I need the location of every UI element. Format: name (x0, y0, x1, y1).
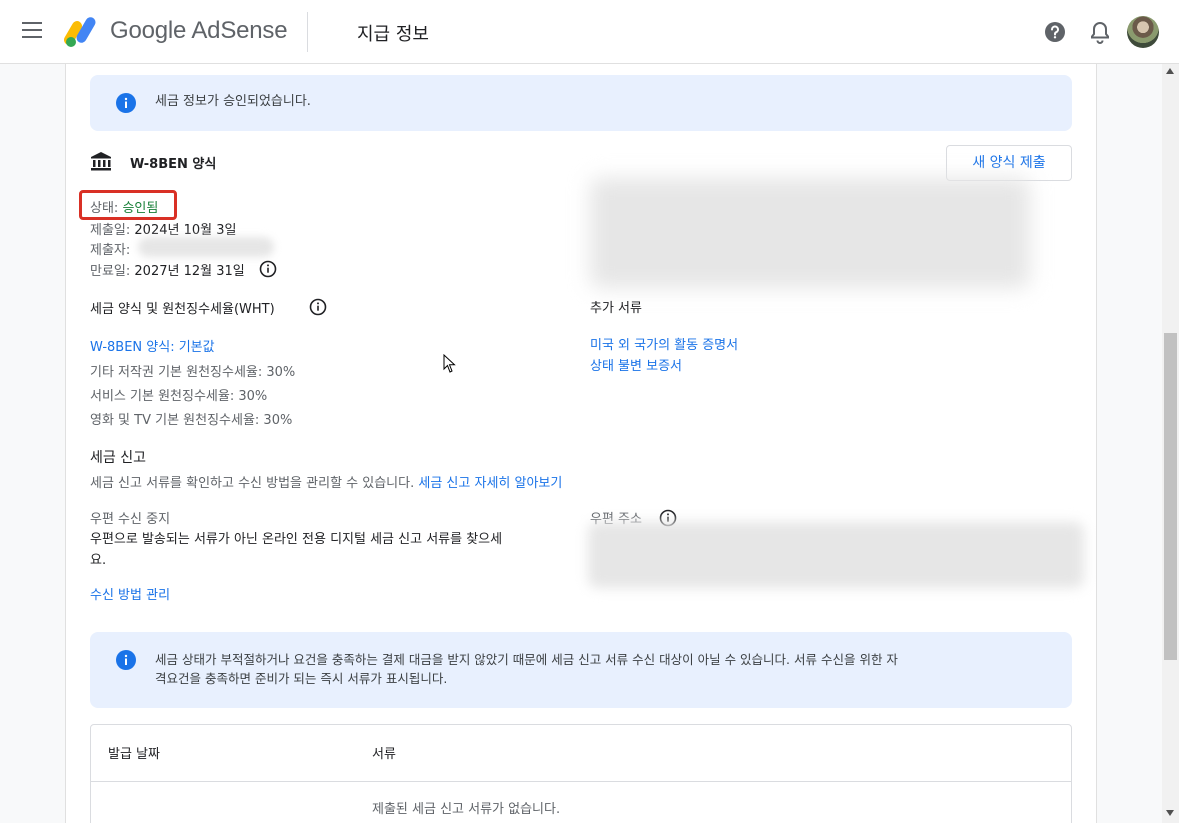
table-header-divider (91, 781, 1071, 782)
scroll-down-arrow-icon[interactable] (1166, 810, 1174, 816)
brand-product: AdSense (191, 17, 288, 44)
account-avatar[interactable] (1127, 16, 1159, 48)
info-icon (116, 93, 136, 113)
brand-name[interactable]: Google AdSense (110, 17, 288, 45)
info-icon (116, 650, 136, 670)
top-app-bar: Google AdSense 지급 정보 (0, 0, 1179, 64)
status-row: 상태: 승인됨 (90, 197, 158, 216)
eligibility-notice-line2: 격요건을 충족하면 준비가 되는 즉시 서류가 표시됩니다. (155, 671, 448, 686)
status-badge: 승인됨 (122, 201, 159, 216)
redacted-mail-address (588, 522, 1084, 588)
submitted-date-row: 제출일: 2024년 10월 3일 (90, 219, 236, 238)
column-header-issue-date: 발급 날짜 (108, 747, 160, 762)
tax-filing-description: 세금 신고 서류를 확인하고 수신 방법을 관리할 수 있습니다. (90, 476, 415, 491)
submitter-label: 제출자: (90, 243, 131, 258)
adsense-logo-icon (64, 17, 96, 47)
mail-stop-text-line1: 우편으로 발송되는 서류가 아닌 온라인 전용 디지털 세금 신고 서류를 찾으… (90, 532, 503, 547)
table-empty-message: 제출된 세금 신고 서류가 없습니다. (372, 802, 561, 817)
tax-filing-heading: 세금 신고 (90, 450, 146, 466)
wht-rate-services: 서비스 기본 원천징수세율: 30% (90, 389, 268, 404)
w8ben-default-link[interactable]: W-8BEN 양식: 기본값 (90, 336, 215, 355)
scrollbar-thumb[interactable] (1164, 333, 1177, 660)
wht-rate-royalties: 기타 저작권 기본 원천징수세율: 30% (90, 365, 296, 380)
expiry-info-icon[interactable] (259, 260, 277, 278)
form-name: W-8BEN 양식 (130, 157, 217, 172)
submitted-date: 2024년 10월 3일 (134, 223, 237, 238)
wht-rate-film-tv: 영화 및 TV 기본 원천징수세율: 30% (90, 413, 293, 428)
bank-icon (91, 152, 111, 171)
status-warranty-link[interactable]: 상태 불변 보증서 (590, 355, 682, 374)
redacted-submitter (138, 237, 274, 257)
extra-docs-heading: 추가 서류 (590, 301, 642, 316)
wht-heading: 세금 양식 및 원천징수세율(WHT) (90, 302, 275, 317)
page-title: 지급 정보 (357, 24, 429, 45)
mail-stop-heading: 우편 수신 중지 (90, 512, 171, 527)
column-header-documents: 서류 (372, 747, 396, 762)
manage-delivery-link[interactable]: 수신 방법 관리 (90, 584, 170, 603)
tax-approved-message: 세금 정보가 승인되었습니다. (155, 94, 311, 109)
submit-new-form-button[interactable]: 새 양식 제출 (946, 145, 1072, 181)
expiry-label: 만료일: (90, 264, 131, 279)
header-divider (307, 12, 308, 52)
status-label: 상태: (90, 201, 119, 216)
notifications-bell-icon[interactable] (1089, 20, 1111, 44)
wht-info-icon[interactable] (309, 298, 327, 316)
expiry-row: 만료일: 2027년 12월 31일 (90, 260, 245, 279)
redacted-region (590, 178, 1030, 288)
certificate-of-foreign-status-link[interactable]: 미국 외 국가의 활동 증명서 (590, 334, 738, 353)
expiry-date: 2027년 12월 31일 (134, 264, 245, 279)
tax-documents-table: 발급 날짜 서류 제출된 세금 신고 서류가 없습니다. (90, 724, 1072, 823)
submitter-row: 제출자: (90, 239, 130, 258)
help-icon[interactable] (1044, 21, 1066, 43)
mail-stop-text-line2: 요. (90, 553, 107, 568)
tax-filing-description-row: 세금 신고 서류를 확인하고 수신 방법을 관리할 수 있습니다. 세금 신고 … (90, 472, 562, 491)
scroll-up-arrow-icon[interactable] (1166, 68, 1174, 74)
hamburger-menu-icon[interactable] (22, 22, 44, 42)
tax-filing-learn-more-link[interactable]: 세금 신고 자세히 알아보기 (418, 476, 562, 491)
eligibility-notice-line1: 세금 상태가 부적절하거나 요건을 충족하는 결제 대금을 받지 않았기 때문에… (155, 652, 898, 667)
submitted-label: 제출일: (90, 223, 131, 238)
mouse-cursor-icon (443, 354, 456, 373)
brand-google: Google (110, 17, 187, 44)
